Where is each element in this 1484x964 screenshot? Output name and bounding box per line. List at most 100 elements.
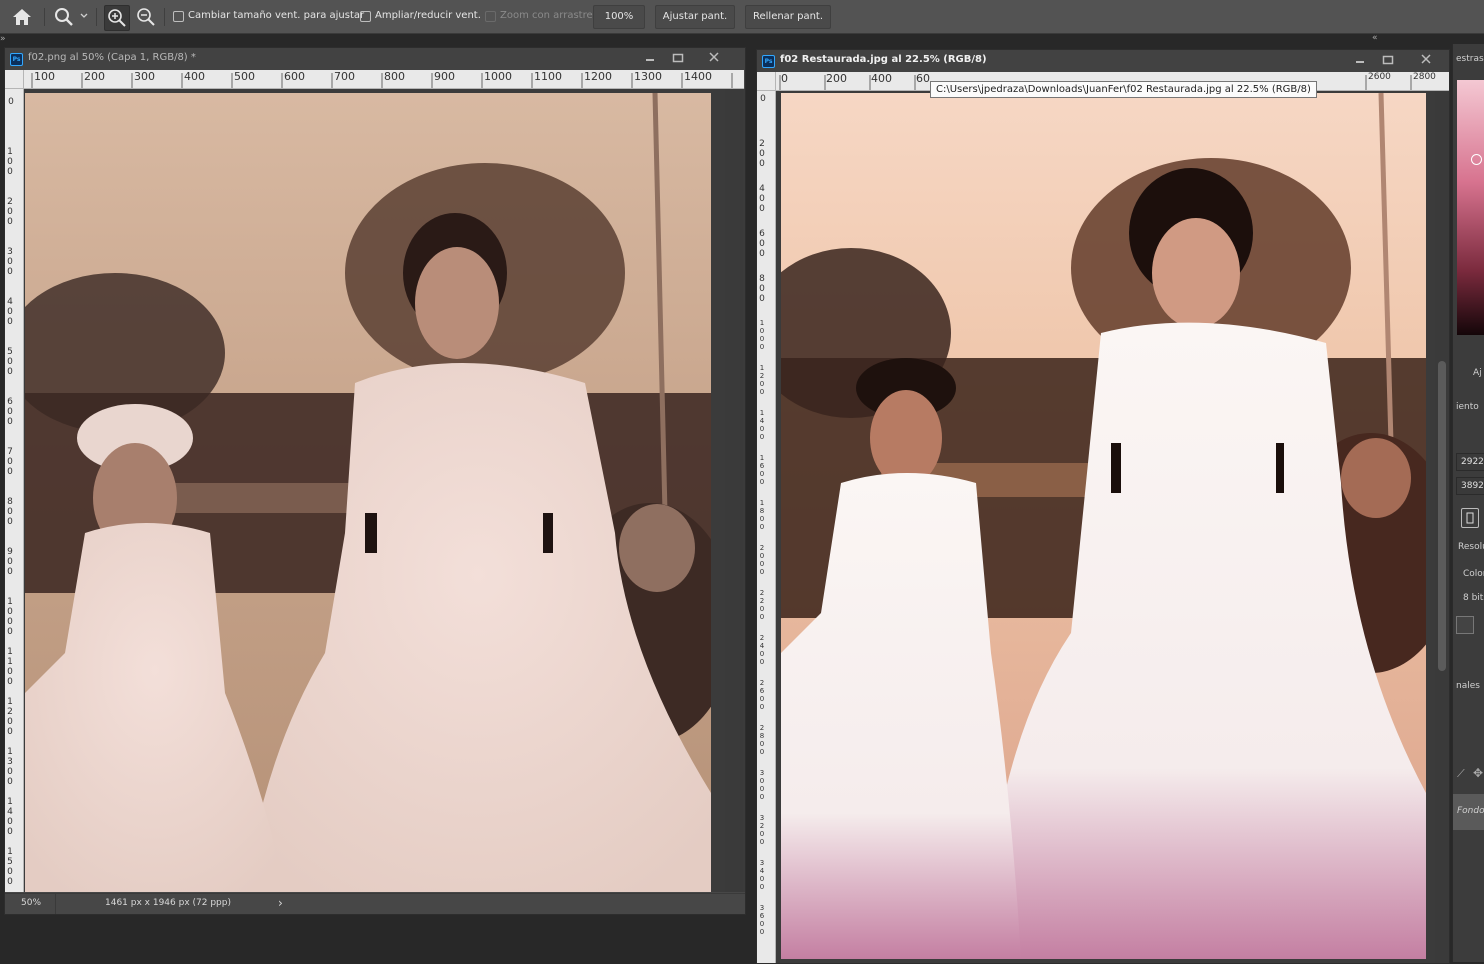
collapse-left-icon[interactable]: » xyxy=(0,34,10,44)
left-status-bar: 50% 1461 px x 1946 px (72 ppp) › xyxy=(5,893,745,914)
ruler-v-label: 800 xyxy=(759,274,765,304)
vertical-ruler[interactable]: 0 100 200 300 400 500 600 700 800 900 10… xyxy=(5,89,24,892)
file-path-tooltip: C:\Users\jpedraza\Downloads\JuanFer\f02 … xyxy=(930,81,1317,98)
ruler-h-label: 100 xyxy=(34,70,55,83)
home-icon[interactable] xyxy=(12,8,32,26)
ruler-h-label: 600 xyxy=(284,70,305,83)
left-window-title: f02.png al 50% (Capa 1, RGB/8) * xyxy=(28,52,196,63)
ruler-corner xyxy=(5,70,24,89)
ruler-h-label: 700 xyxy=(334,70,355,83)
ps-file-icon: Ps xyxy=(762,55,775,68)
right-document-window: Ps f02 Restaurada.jpg al 22.5% (RGB/8) 0… xyxy=(756,49,1450,964)
brush-icon[interactable]: ⟋ xyxy=(1457,768,1469,780)
ruler-h-label: 1000 xyxy=(484,70,512,83)
ruler-h-label: 200 xyxy=(826,72,847,85)
height-field[interactable]: 3892 xyxy=(1456,477,1484,495)
chevron-down-icon[interactable] xyxy=(79,11,89,21)
ruler-v-label: 2600 xyxy=(759,679,765,711)
zoom-in-icon[interactable] xyxy=(104,5,130,31)
color-picker-cursor-icon xyxy=(1471,154,1482,165)
vertical-scrollbar[interactable] xyxy=(1435,91,1449,963)
width-field[interactable]: 2922 xyxy=(1456,453,1484,471)
ruler-v-label: 1200 xyxy=(759,364,765,396)
properties-label: iento xyxy=(1456,402,1479,412)
ruler-h-label: 1100 xyxy=(534,70,562,83)
ruler-corner xyxy=(757,72,776,91)
ruler-v-label: 1400 xyxy=(7,797,13,837)
fit-screen-button[interactable]: Ajustar pant. xyxy=(655,5,735,29)
right-panel-dock: estras Aj iento 2922 3892 Resolu Color 8… xyxy=(1452,44,1484,962)
canvas-swatch[interactable] xyxy=(1456,616,1474,634)
ruler-v-label: 600 xyxy=(759,229,765,259)
ruler-h-label: 60 xyxy=(916,72,930,85)
zoom-level[interactable]: 50% xyxy=(21,898,41,908)
ruler-v-label: 1400 xyxy=(759,409,765,441)
link-dimensions-icon[interactable] xyxy=(1461,508,1479,528)
zoom-all-windows-label: Ampliar/reducir vent. xyxy=(375,10,481,21)
ruler-v-label: 400 xyxy=(7,297,13,327)
horizontal-ruler[interactable]: 100 200 300 400 500 600 700 800 900 1000… xyxy=(24,70,744,89)
ruler-v-label: 300 xyxy=(7,247,13,277)
panel-tab-swatches[interactable]: estras xyxy=(1456,54,1484,64)
ruler-h-label: 2600 xyxy=(1368,72,1391,82)
ps-file-icon: Ps xyxy=(10,53,23,66)
vertical-ruler[interactable]: 0 200 400 600 800 1000 1200 1400 1600 18… xyxy=(757,91,776,963)
ruler-v-label: 3600 xyxy=(759,904,765,936)
ruler-v-label: 100 xyxy=(7,147,13,177)
close-icon[interactable] xyxy=(1417,52,1435,68)
ruler-h-label: 0 xyxy=(781,72,788,85)
ruler-v-label: 500 xyxy=(7,347,13,377)
fill-screen-button[interactable]: Rellenar pant. xyxy=(745,5,831,29)
ruler-h-label: 900 xyxy=(434,70,455,83)
ruler-v-label: 2000 xyxy=(759,544,765,576)
ruler-v-label: 1200 xyxy=(7,697,13,737)
ruler-h-label: 400 xyxy=(184,70,205,83)
zoom-tool-icon[interactable] xyxy=(54,7,74,27)
ruler-v-label: 1600 xyxy=(759,454,765,486)
ruler-v-label: 200 xyxy=(759,139,765,169)
minimize-icon[interactable] xyxy=(641,50,659,66)
zoom-100-button[interactable]: 100% xyxy=(593,5,645,29)
ruler-v-label: 1800 xyxy=(759,499,765,531)
color-picker-field[interactable] xyxy=(1457,80,1484,335)
channels-tab[interactable]: nales xyxy=(1456,681,1480,691)
vertical-scrollbar[interactable] xyxy=(725,89,743,892)
adjustments-tab[interactable]: Aj xyxy=(1473,368,1482,378)
ruler-h-label: 1400 xyxy=(684,70,712,83)
ruler-v-label: 800 xyxy=(7,497,13,527)
ruler-v-label: 400 xyxy=(759,184,765,214)
zoom-all-windows-checkbox[interactable] xyxy=(360,11,371,22)
maximize-icon[interactable] xyxy=(1379,52,1397,68)
ruler-v-label: 1000 xyxy=(759,319,765,351)
ruler-v-label: 3000 xyxy=(759,769,765,801)
original-photo[interactable] xyxy=(25,93,711,892)
right-window-titlebar[interactable]: Ps f02 Restaurada.jpg al 22.5% (RGB/8) xyxy=(757,50,1449,72)
move-icon[interactable]: ✥ xyxy=(1473,767,1484,779)
resize-windows-checkbox[interactable] xyxy=(173,11,184,22)
maximize-icon[interactable] xyxy=(669,50,687,66)
restored-photo[interactable] xyxy=(781,93,1426,959)
resize-windows-label: Cambiar tamaño vent. para ajustar xyxy=(188,10,365,21)
scrubby-zoom-label: Zoom con arrastre xyxy=(500,10,593,21)
ruler-h-label: 400 xyxy=(871,72,892,85)
ruler-v-label: 2400 xyxy=(759,634,765,666)
ruler-v-label: 1500 xyxy=(7,847,13,887)
ruler-h-label: 500 xyxy=(234,70,255,83)
status-arrow-icon[interactable]: › xyxy=(278,896,283,910)
ruler-v-label: 200 xyxy=(7,197,13,227)
close-icon[interactable] xyxy=(705,50,723,66)
left-window-titlebar[interactable]: Ps f02.png al 50% (Capa 1, RGB/8) * xyxy=(5,48,745,70)
collapse-right-icon[interactable]: « xyxy=(1372,33,1384,43)
ruler-v-label: 900 xyxy=(7,547,13,577)
scrubby-zoom-checkbox[interactable] xyxy=(485,11,496,22)
minimize-icon[interactable] xyxy=(1351,52,1369,68)
scrollbar-thumb[interactable] xyxy=(1438,361,1446,671)
zoom-out-icon[interactable] xyxy=(134,5,158,29)
left-document-window: Ps f02.png al 50% (Capa 1, RGB/8) * 100 … xyxy=(4,47,746,915)
layer-row-background[interactable]: Fondo xyxy=(1453,794,1484,830)
ruler-h-label: 2800 xyxy=(1413,72,1436,82)
ruler-v-label: 0 xyxy=(8,97,14,107)
ruler-v-label: 2800 xyxy=(759,724,765,756)
ruler-v-label: 1100 xyxy=(7,647,13,687)
ruler-v-label: 600 xyxy=(7,397,13,427)
